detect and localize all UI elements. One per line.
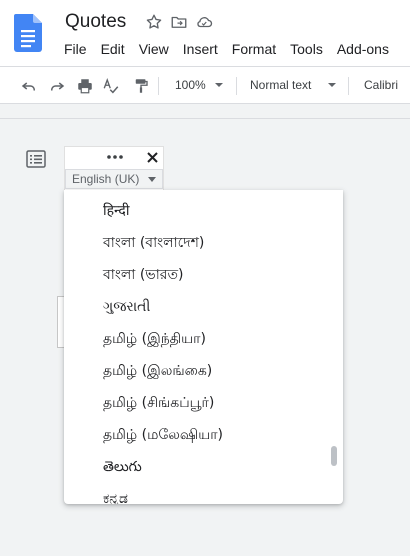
undo-icon[interactable]	[20, 77, 38, 95]
menu-tools[interactable]: Tools	[290, 41, 337, 57]
font-select[interactable]: Calibri	[364, 78, 398, 92]
menu-addons[interactable]: Add-ons	[337, 41, 403, 57]
app-header: Quotes File Edit View Insert Format Tool…	[0, 0, 410, 66]
docs-logo-icon[interactable]	[14, 14, 42, 52]
language-option-gujarati[interactable]: ગુજરાતી	[64, 291, 343, 323]
style-dropdown-icon[interactable]	[326, 79, 338, 91]
paint-format-icon[interactable]	[132, 77, 150, 95]
print-icon[interactable]	[76, 77, 94, 95]
language-select-value: English (UK)	[72, 172, 140, 186]
more-options-icon[interactable]	[106, 150, 124, 164]
chevron-down-icon	[148, 177, 156, 182]
language-option-bangla-bangladesh[interactable]: বাংলা (বাংলাদেশ)	[64, 227, 343, 259]
language-select[interactable]: English (UK)	[65, 169, 163, 189]
language-option-kannada[interactable]: ಕನ್ನಡ	[64, 483, 343, 504]
zoom-select[interactable]: 100%	[175, 78, 206, 92]
language-option-tamil-malaysia[interactable]: தமிழ் (மலேஷியா)	[64, 419, 343, 451]
language-option-tamil-sri-lanka[interactable]: தமிழ் (இலங்கை)	[64, 355, 343, 387]
move-folder-icon[interactable]	[170, 13, 188, 31]
star-icon[interactable]	[145, 13, 163, 31]
language-option-hindi[interactable]: हिन्दी	[64, 195, 343, 227]
page-edge	[0, 118, 410, 119]
redo-icon[interactable]	[48, 77, 66, 95]
dropdown-scrollbar[interactable]	[331, 446, 337, 466]
close-icon[interactable]	[146, 151, 159, 164]
cloud-status-icon[interactable]	[195, 13, 213, 31]
language-option-telugu[interactable]: తెలుగు	[64, 451, 343, 483]
style-select[interactable]: Normal text	[250, 78, 311, 92]
menu-insert[interactable]: Insert	[183, 41, 232, 57]
language-option-tamil-india[interactable]: தமிழ் (இந்தியா)	[64, 323, 343, 355]
language-dropdown: हिन्दी বাংলা (বাংলাদেশ) বাংলা (ভারত) ગુજ…	[64, 190, 343, 504]
zoom-dropdown-icon[interactable]	[213, 79, 225, 91]
spellcheck-icon[interactable]	[102, 77, 120, 95]
toolbar: 100% Normal text Calibri	[0, 66, 410, 104]
language-option-tamil-singapore[interactable]: தமிழ் (சிங்கப்பூர்)	[64, 387, 343, 419]
outline-icon[interactable]	[26, 150, 46, 168]
language-option-bangla-india[interactable]: বাংলা (ভারত)	[64, 259, 343, 291]
menu-format[interactable]: Format	[232, 41, 290, 57]
menu-view[interactable]: View	[139, 41, 183, 57]
menu-bar: File Edit View Insert Format Tools Add-o…	[64, 41, 403, 57]
document-title[interactable]: Quotes	[65, 11, 126, 33]
language-widget: English (UK)	[64, 146, 164, 190]
menu-file[interactable]: File	[64, 41, 101, 57]
menu-edit[interactable]: Edit	[101, 41, 139, 57]
